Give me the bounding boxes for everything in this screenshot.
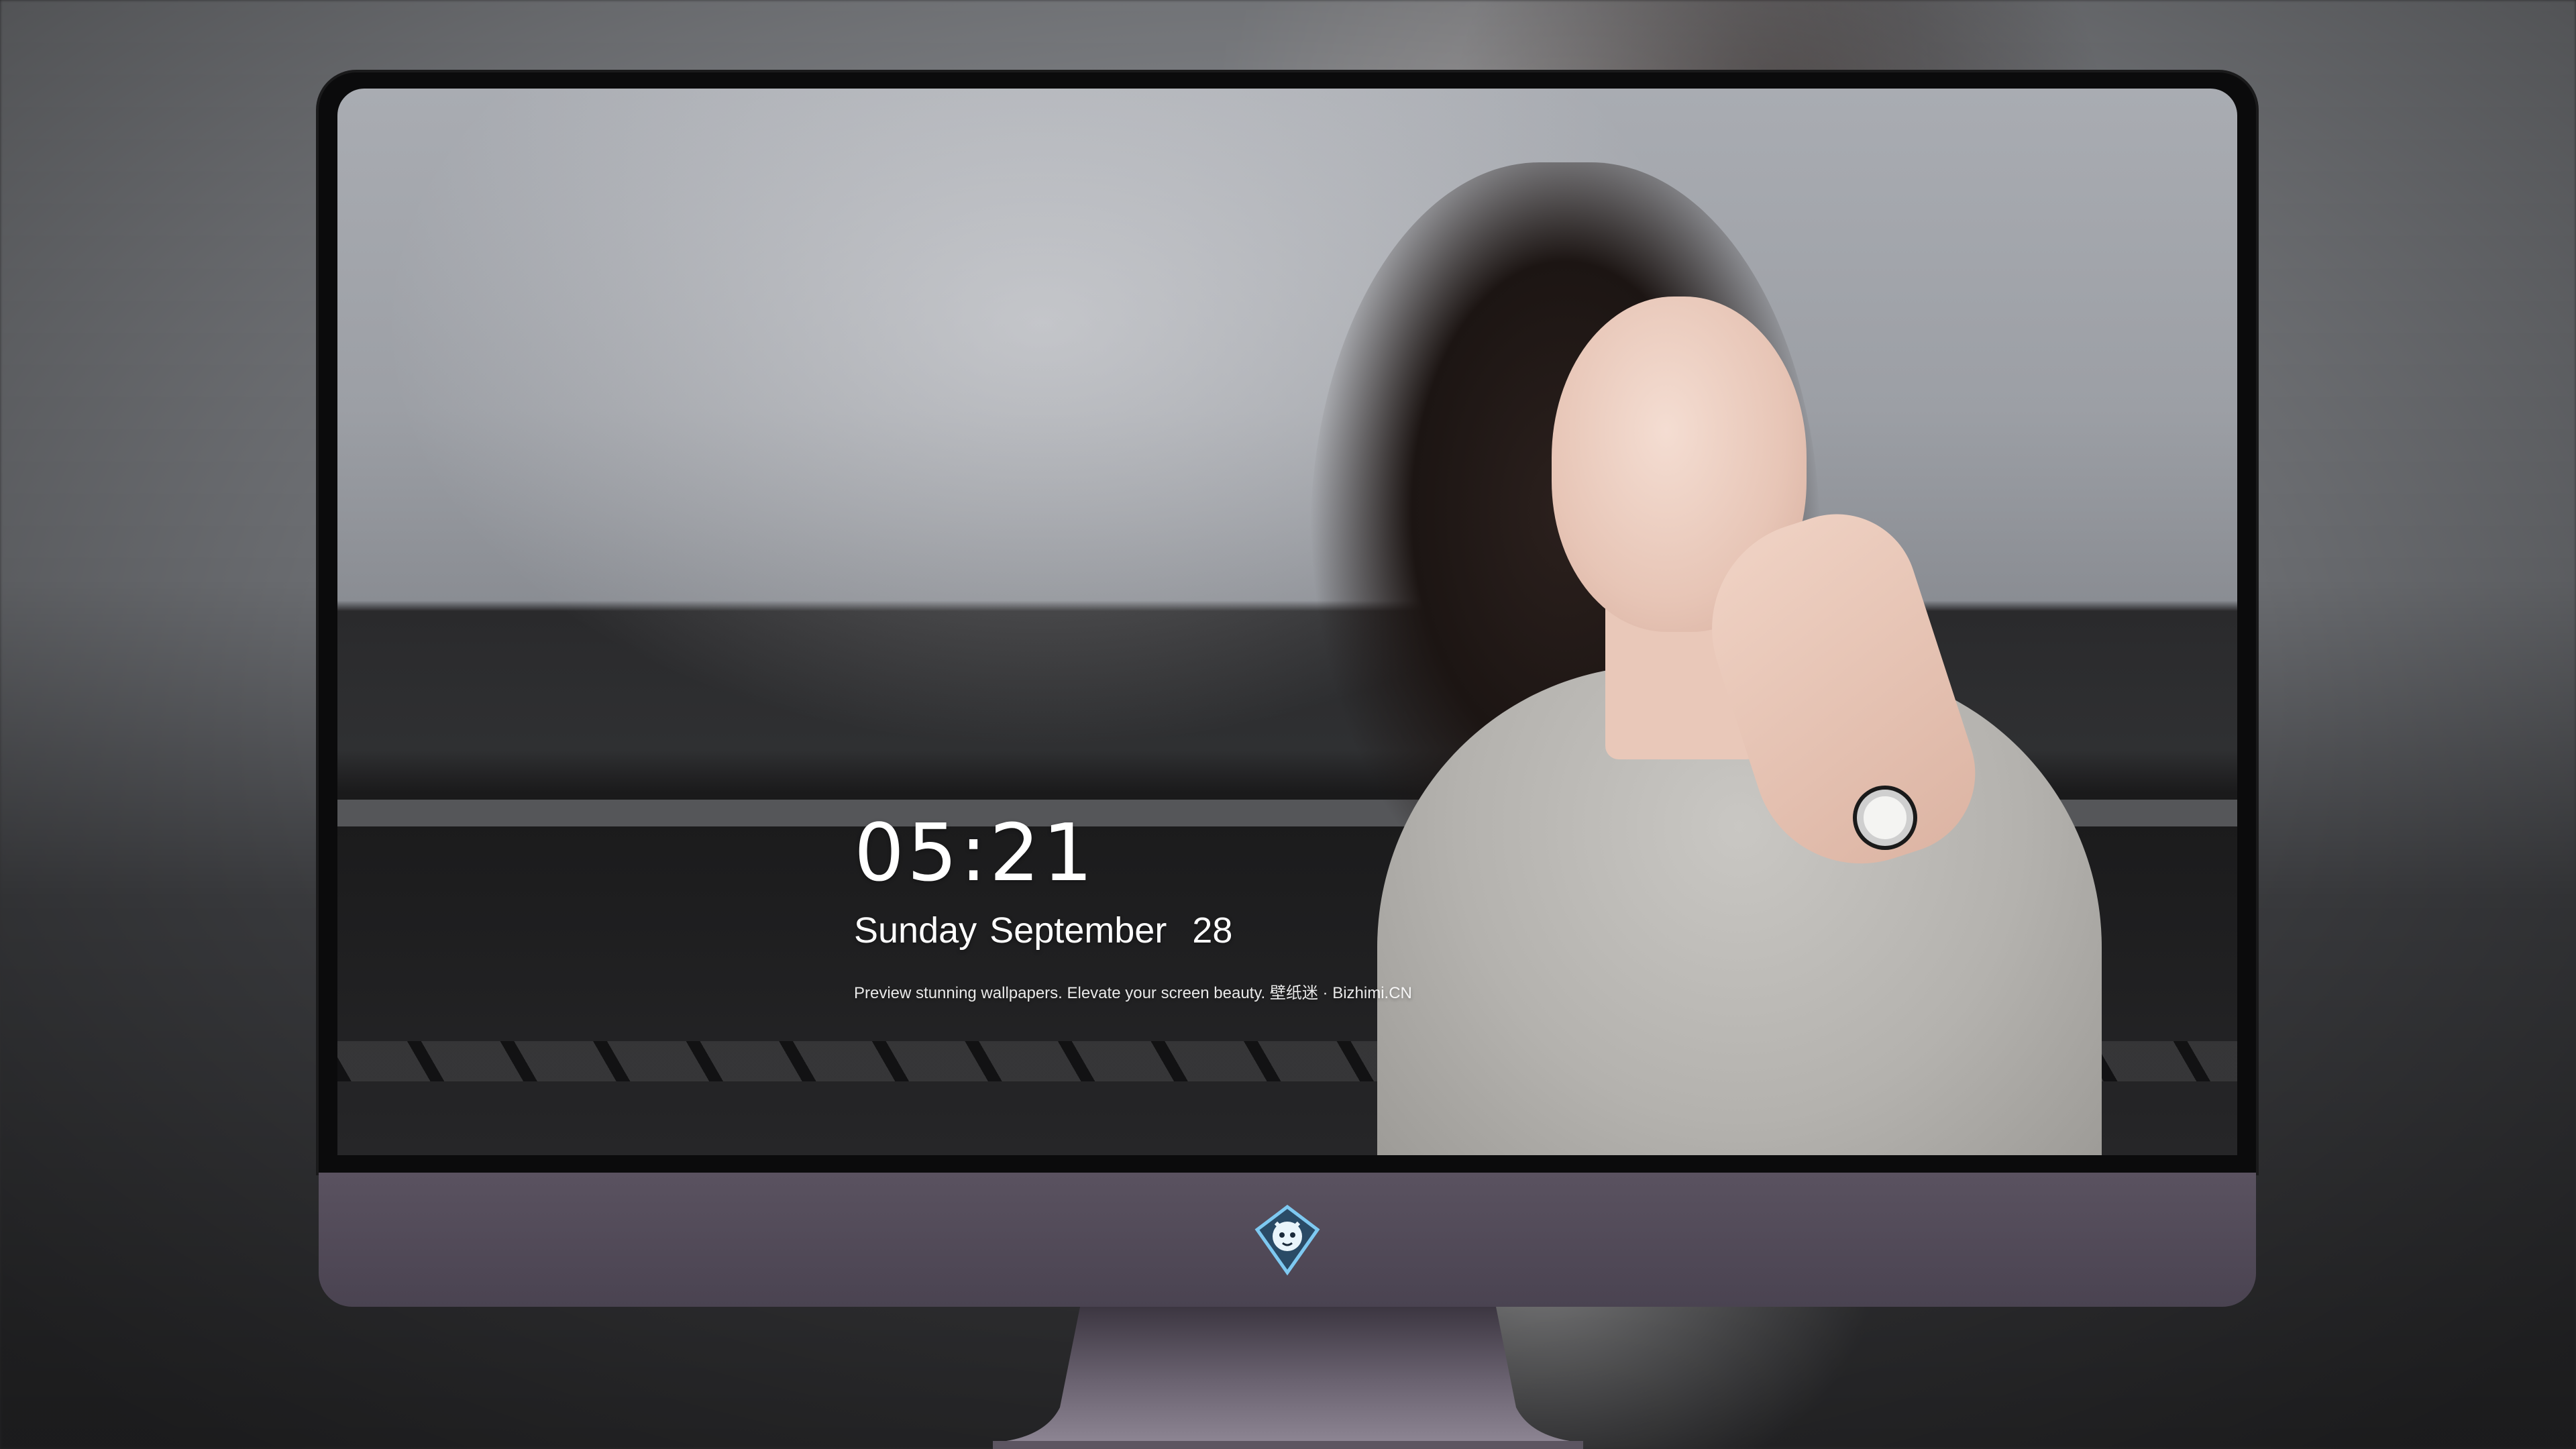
bizhimi-logo-icon [1250,1203,1324,1277]
wallpaper-watch [1857,790,1913,846]
lockscreen-time: 05:21 [854,806,1096,899]
wallpaper-person [1189,142,2142,1155]
monitor-screen: 05:21 Sunday September 28 Preview stunni… [337,89,2237,1155]
monitor-stand [993,1307,1583,1449]
monitor: 05:21 Sunday September 28 Preview stunni… [319,72,2256,1307]
monitor-bezel: 05:21 Sunday September 28 Preview stunni… [319,72,2256,1173]
lockscreen-date: Sunday September 28 [854,910,1233,951]
lockscreen-clock: 05:21 Sunday September 28 Preview stunni… [854,813,1412,1003]
lockscreen-tagline: Preview stunning wallpapers. Elevate you… [854,984,1412,1002]
